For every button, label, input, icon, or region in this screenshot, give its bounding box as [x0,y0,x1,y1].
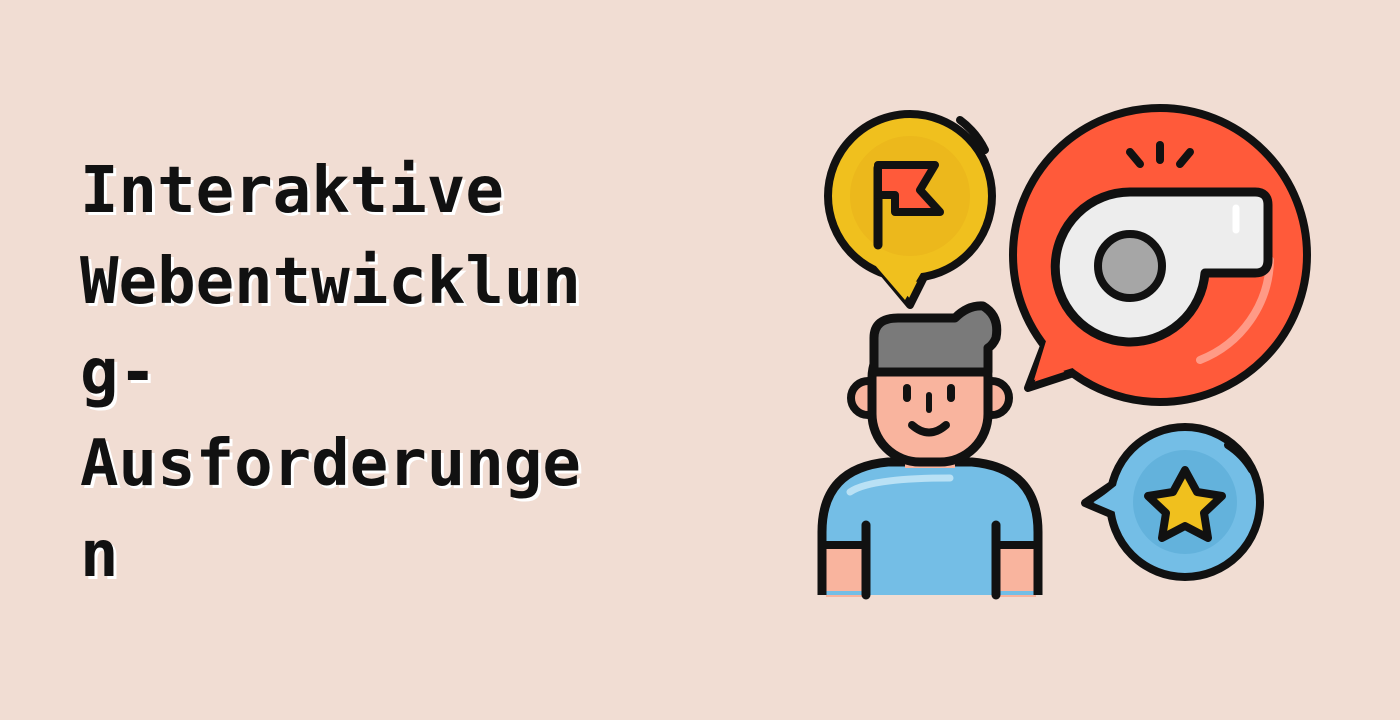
title-line: Ausforderunge [80,427,581,501]
feedback-illustration [817,104,1311,600]
page-title: Interaktive Webentwicklun g- Ausforderun… [80,146,680,601]
whistle-bubble-icon [1009,104,1311,406]
flag-bubble-icon [824,110,996,309]
star-bubble-icon [1081,423,1264,581]
title-line: Webentwicklun [80,245,581,319]
person-icon [817,301,1043,600]
title-line: n [80,518,119,592]
title-line: Interaktive [80,154,504,228]
title-line: g- [80,336,158,410]
